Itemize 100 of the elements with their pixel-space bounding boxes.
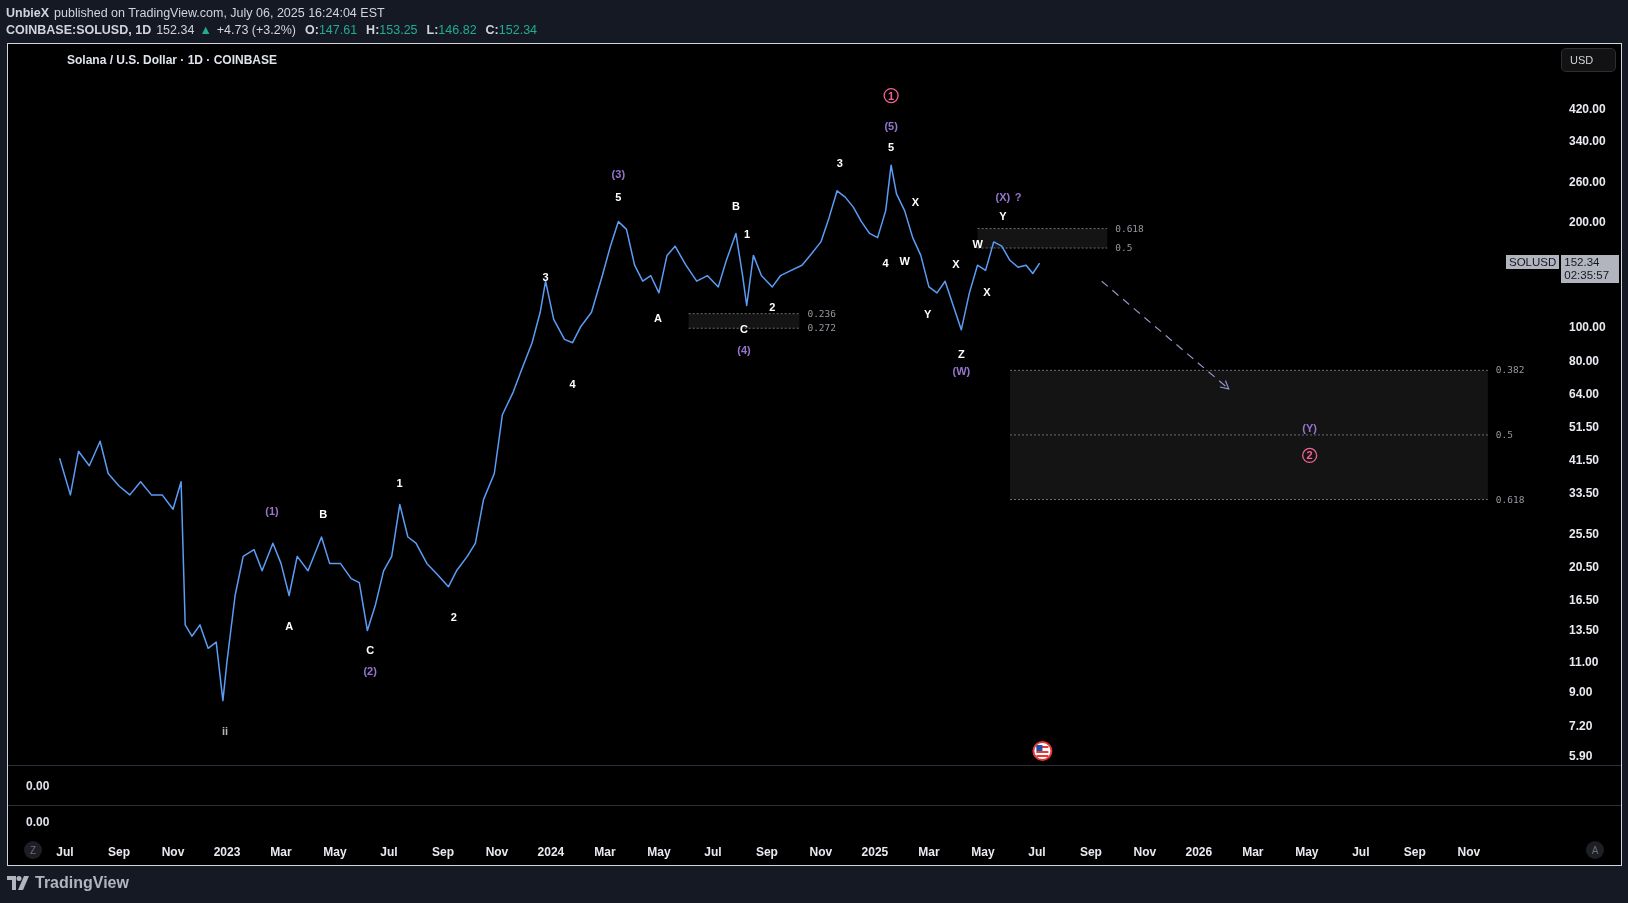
price-axis-label: 9.00 xyxy=(1569,684,1593,699)
fib-level-label: 0.618 xyxy=(1115,222,1144,234)
time-axis-label: 2024 xyxy=(537,845,565,859)
price-axis-label: 25.50 xyxy=(1569,527,1600,541)
time-axis-label: Nov xyxy=(809,845,833,859)
time-axis-label: Sep xyxy=(431,845,454,859)
fib-level-label: 0.272 xyxy=(807,322,837,334)
fib-level-label: 0.5 xyxy=(1495,428,1513,440)
wave-label: (Y) xyxy=(1302,421,1317,434)
time-axis-label: 2026 xyxy=(1185,845,1213,859)
price-axis-label: 340.00 xyxy=(1569,134,1606,149)
time-axis-label: 2023 xyxy=(213,845,241,859)
brand-logo-icon xyxy=(7,876,29,890)
price-axis-label: 51.50 xyxy=(1569,420,1600,435)
price-axis-label: 33.50 xyxy=(1569,485,1600,500)
currency-button[interactable]: USD xyxy=(1561,48,1616,72)
scale-button[interactable]: A xyxy=(1586,841,1604,859)
ohlc-value: 147.61 xyxy=(318,22,358,37)
time-axis-label: Sep xyxy=(1079,845,1102,859)
ohlc-value: 152.34 xyxy=(498,22,538,37)
fib-level-label: 0.618 xyxy=(1495,493,1525,505)
time-axis-label: Nov xyxy=(161,845,185,859)
price-tag: 152.34 02:35:57 xyxy=(1561,254,1620,283)
pane-value: 0.00 xyxy=(26,778,50,793)
time-axis-label: Sep xyxy=(108,845,130,859)
time-axis-label: Mar xyxy=(1242,845,1264,859)
time-axis-label: Jul xyxy=(1028,845,1046,859)
wave-label: W xyxy=(899,255,910,268)
time-axis-label: May xyxy=(1295,845,1319,859)
fib-level-label: 0.382 xyxy=(1495,364,1525,376)
time-axis-label: May xyxy=(323,845,347,859)
ohlc-label: O: xyxy=(305,22,319,37)
wave-label: 5 xyxy=(615,191,622,204)
wave-label: 2 xyxy=(450,610,457,623)
wave-label: (W) xyxy=(952,364,971,377)
ohlc-label: L: xyxy=(426,22,439,37)
price-axis-label: 7.20 xyxy=(1569,718,1593,733)
wave-label: 1 xyxy=(743,228,750,241)
price-change: +4.73 (+3.2%) xyxy=(216,22,296,37)
ohlc-value: 146.82 xyxy=(438,22,477,37)
wave-label: (4) xyxy=(737,343,751,356)
time-axis-label: Sep xyxy=(1403,845,1426,859)
brand-name: TradingView xyxy=(35,874,129,892)
scale-button[interactable]: Z xyxy=(24,841,42,859)
price-axis-label: 100.00 xyxy=(1569,319,1606,334)
wave-label: X xyxy=(983,285,991,298)
time-axis-label: Nov xyxy=(485,845,509,859)
circled-wave-label: 2 xyxy=(1302,447,1318,464)
fib-level-label: 0.236 xyxy=(807,307,837,319)
time-axis-label: Nov xyxy=(1457,845,1481,859)
pane-value: 0.00 xyxy=(26,815,50,829)
wave-label: A xyxy=(653,311,662,324)
fib-level-label: 0.5 xyxy=(1115,242,1133,254)
time-axis-label: Jul xyxy=(380,845,398,859)
author-name: UnbieX xyxy=(6,5,50,20)
price-axis-label: 260.00 xyxy=(1569,174,1606,189)
time-axis-label: Mar xyxy=(918,845,940,859)
time-axis-label: Nov xyxy=(1133,845,1157,859)
wave-label: 4 xyxy=(882,257,889,270)
wave-label: (X) xyxy=(995,191,1011,204)
wave-label: (5) xyxy=(884,120,898,133)
publish-info: published on TradingView.com, July 06, 2025 16:24:04 EST xyxy=(54,5,385,20)
price-axis-label: 80.00 xyxy=(1569,353,1600,368)
price-axis-label: 41.50 xyxy=(1569,453,1600,468)
price-axis-label: 16.50 xyxy=(1569,593,1600,607)
time-axis-label: May xyxy=(647,845,671,859)
wave-label: 5 xyxy=(888,141,895,154)
time-axis-label: 2025 xyxy=(861,845,889,859)
price-axis-label: 420.00 xyxy=(1569,102,1606,117)
wave-label: (3) xyxy=(611,168,626,181)
wave-label: (1) xyxy=(265,504,279,517)
time-axis-label: Mar xyxy=(270,845,292,859)
wave-label: 1 xyxy=(396,477,403,490)
wave-label: (2) xyxy=(363,665,377,678)
ohlc-label: C: xyxy=(485,22,499,37)
price-axis-label: 20.50 xyxy=(1569,560,1600,575)
wave-label: B xyxy=(319,507,328,520)
last-price: 152.34 xyxy=(156,22,195,37)
wave-label: C xyxy=(366,643,375,656)
wave-label: W xyxy=(972,238,983,251)
wave-label: X xyxy=(952,258,960,271)
price-axis-label: 64.00 xyxy=(1569,387,1600,402)
flag-icon xyxy=(1032,741,1053,761)
wave-label: Y xyxy=(999,209,1007,222)
wave-label: C xyxy=(740,322,748,335)
price-axis-label: 13.50 xyxy=(1569,623,1600,638)
wave-label: 3 xyxy=(542,270,549,283)
wave-label: 4 xyxy=(569,377,576,390)
symbol-tag: SOLUSD xyxy=(1506,254,1560,269)
ohlc-label: H: xyxy=(366,22,380,37)
time-axis-label: Mar xyxy=(594,845,616,859)
time-axis-label: May xyxy=(971,845,995,859)
wave-label: X xyxy=(911,196,920,209)
chart-legend: Solana / U.S. Dollar · 1D · COINBASE xyxy=(67,53,278,67)
price-axis-label: 5.90 xyxy=(1569,749,1593,763)
ohlc-value: 153.25 xyxy=(379,22,418,37)
time-axis-label: Jul xyxy=(1352,845,1370,859)
time-axis-label: Jul xyxy=(56,845,74,859)
wave-label: 3 xyxy=(836,157,843,170)
wave-label: 2 xyxy=(769,300,776,313)
